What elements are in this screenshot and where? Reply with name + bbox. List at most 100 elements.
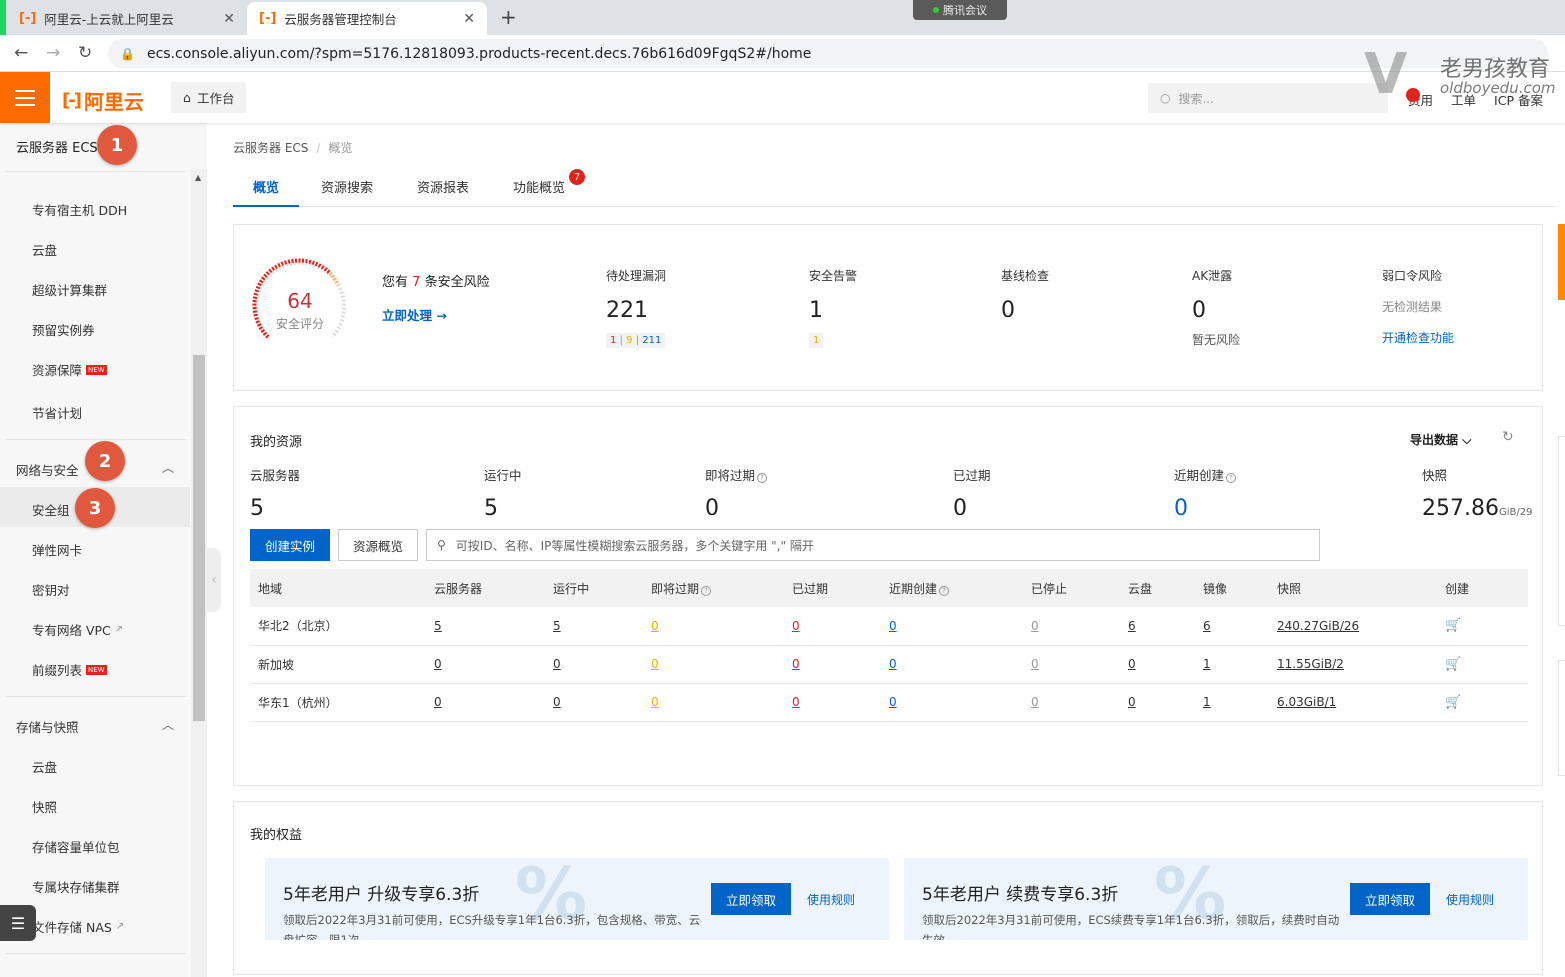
server-search-input[interactable]: ⚲ 可按ID、名称、IP等属性模糊搜索云服务器，多个关键字用 "," 隔开	[426, 529, 1320, 561]
forward-icon[interactable]: →	[46, 43, 60, 63]
new-tab-button[interactable]: +	[500, 5, 517, 29]
cart-icon[interactable]: 🛒	[1445, 618, 1461, 633]
cell-image[interactable]: 6	[1203, 619, 1211, 633]
cell-snapshot[interactable]: 240.27GiB/26	[1277, 619, 1359, 633]
sidebar-item-vpc[interactable]: 专有网络 VPC ↗	[32, 620, 123, 639]
cell-stopped[interactable]: 0	[1031, 619, 1039, 633]
aliyun-logo[interactable]: [-] 阿里云	[62, 86, 144, 115]
cell-snapshot[interactable]: 6.03GiB/1	[1277, 695, 1336, 709]
help-icon[interactable]: ?	[701, 585, 712, 596]
help-icon[interactable]: ?	[1226, 473, 1237, 483]
cell-recent[interactable]: 0	[889, 619, 897, 633]
sidebar-group-storage[interactable]: 存储与快照	[16, 717, 79, 736]
stat-value[interactable]: 257.86	[1422, 496, 1499, 521]
sidebar-item-scu[interactable]: 存储容量单位包	[32, 837, 120, 856]
cell-servers[interactable]: 0	[434, 695, 442, 709]
stat-value[interactable]: 5	[484, 496, 522, 521]
reload-icon[interactable]: ↻	[78, 43, 92, 63]
cell-expired[interactable]: 0	[792, 695, 800, 709]
sidebar-item-storage-disk[interactable]: 云盘	[32, 757, 57, 776]
stat-value[interactable]: 0	[1174, 496, 1236, 521]
help-icon[interactable]: ?	[939, 585, 950, 596]
stat-value[interactable]: 5	[250, 496, 300, 521]
stat-value[interactable]: 0	[1001, 298, 1049, 323]
right-rail-accent[interactable]	[1558, 224, 1565, 300]
claim-button[interactable]: 立即领取	[711, 883, 791, 915]
cell-recent[interactable]: 0	[889, 695, 897, 709]
enable-check-link[interactable]: 开通检查功能	[1382, 329, 1454, 346]
stat-value[interactable]: 0	[705, 496, 767, 521]
cell-expiring[interactable]: 0	[651, 695, 659, 709]
export-data-dropdown[interactable]: 导出数据 ⌵	[1410, 431, 1471, 448]
sidebar-item-prefix-list[interactable]: 前缀列表 NEW	[32, 660, 107, 679]
cell-disk[interactable]: 0	[1128, 657, 1136, 671]
sidebar-item-keypair[interactable]: 密钥对	[32, 580, 70, 599]
cell-disk[interactable]: 0	[1128, 695, 1136, 709]
tab-resource-report[interactable]: 资源报表	[417, 177, 469, 207]
sidebar-item-disk[interactable]: 云盘	[32, 240, 57, 259]
cell-stopped[interactable]: 0	[1031, 695, 1039, 709]
browser-tab-console[interactable]: [-] 云服务器管理控制台 ✕	[247, 2, 487, 35]
cell-image[interactable]: 1	[1203, 657, 1211, 671]
refresh-icon[interactable]: ↻	[1502, 429, 1514, 445]
resource-overview-button[interactable]: 资源概览	[338, 529, 418, 561]
cart-icon[interactable]: 🛒	[1445, 695, 1461, 710]
usage-rules-link[interactable]: 使用规则	[1446, 891, 1494, 908]
usage-rules-link[interactable]: 使用规则	[807, 891, 855, 908]
severity-low[interactable]: 211	[642, 335, 661, 346]
stat-value[interactable]: 0	[1192, 298, 1240, 323]
cell-running[interactable]: 5	[553, 619, 561, 633]
menu-icon[interactable]	[0, 72, 50, 123]
cell-stopped[interactable]: 0	[1031, 657, 1039, 671]
sidebar-item-eni[interactable]: 弹性网卡	[32, 540, 82, 559]
url-field[interactable]: 🔒 ecs.console.aliyun.com/?spm=5176.12818…	[108, 39, 1548, 68]
sidebar-item-scc[interactable]: 超级计算集群	[32, 280, 107, 299]
sidebar-title[interactable]: 云服务器 ECS	[16, 137, 98, 156]
cell-expiring[interactable]: 0	[651, 657, 659, 671]
cell-running[interactable]: 0	[553, 657, 561, 671]
workbench-button[interactable]: ⌂ 工作台	[171, 82, 247, 113]
sidebar-item-savings[interactable]: 节省计划	[32, 403, 82, 422]
sidebar-item-assurance[interactable]: 资源保障 NEW	[32, 360, 107, 379]
cart-icon[interactable]: 🛒	[1445, 657, 1461, 672]
sidebar-item-dedicated-block[interactable]: 专属块存储集群	[32, 877, 120, 896]
collapse-sidebar-handle[interactable]: ‹	[207, 548, 221, 612]
severity-medium[interactable]: 1	[813, 335, 819, 346]
stat-value[interactable]: 221	[606, 298, 666, 323]
stat-value[interactable]: 1	[809, 298, 857, 323]
breadcrumb-ecs[interactable]: 云服务器 ECS	[233, 141, 308, 155]
cell-running[interactable]: 0	[553, 695, 561, 709]
cell-recent[interactable]: 0	[889, 657, 897, 671]
cell-disk[interactable]: 6	[1128, 619, 1136, 633]
list-menu-icon[interactable]: ☰	[0, 905, 36, 941]
sidebar-item-ddh[interactable]: 专有宿主机 DDH	[32, 200, 127, 219]
help-icon[interactable]: ?	[757, 473, 768, 483]
close-icon[interactable]: ✕	[223, 11, 235, 27]
sidebar-item-nas[interactable]: 文件存储 NAS ↗	[32, 917, 124, 936]
severity-medium[interactable]: 9	[626, 335, 632, 346]
browser-tab-aliyun[interactable]: [-] 阿里云-上云就上阿里云 ✕	[7, 2, 247, 35]
close-icon[interactable]: ✕	[463, 11, 475, 27]
global-search-input[interactable]: ○ 搜索...	[1148, 83, 1388, 113]
tab-resource-search[interactable]: 资源搜索	[321, 177, 373, 207]
sidebar-item-reserved[interactable]: 预留实例券	[32, 320, 95, 339]
back-icon[interactable]: ←	[14, 43, 28, 63]
sidebar-group-network[interactable]: 网络与安全	[16, 460, 79, 479]
claim-button[interactable]: 立即领取	[1350, 883, 1430, 915]
cell-expired[interactable]: 0	[792, 619, 800, 633]
tab-overview[interactable]: 概览	[233, 177, 300, 207]
tab-feature-overview[interactable]: 功能概览	[513, 177, 565, 207]
sidebar-item-snapshot[interactable]: 快照	[32, 797, 57, 816]
create-instance-button[interactable]: 创建实例	[250, 529, 330, 561]
scroll-up-icon[interactable]: ▲	[195, 173, 201, 182]
cell-expiring[interactable]: 0	[651, 619, 659, 633]
cell-snapshot[interactable]: 11.55GiB/2	[1277, 657, 1344, 671]
right-rail-panel[interactable]	[1558, 436, 1565, 626]
right-rail-panel[interactable]	[1558, 660, 1565, 776]
cell-image[interactable]: 1	[1203, 695, 1211, 709]
sidebar-item-security-group[interactable]: 安全组	[32, 500, 70, 519]
chevron-up-icon[interactable]: ︿	[162, 459, 174, 476]
cell-expired[interactable]: 0	[792, 657, 800, 671]
stat-value[interactable]: 0	[953, 496, 991, 521]
sidebar-scrollbar[interactable]	[193, 355, 205, 721]
